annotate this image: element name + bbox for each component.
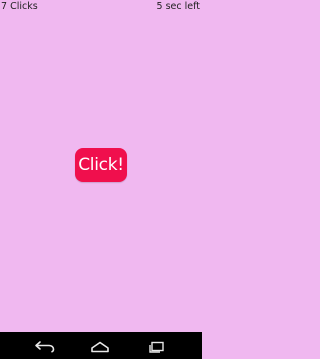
status-row: 7 Clicks 5 sec left	[0, 0, 202, 16]
recent-apps-icon	[149, 341, 164, 353]
recent-apps-button[interactable]	[139, 335, 175, 356]
home-button[interactable]	[82, 335, 118, 356]
click-button[interactable]: Click!	[75, 148, 127, 182]
app-screen: 7 Clicks 5 sec left Click!	[0, 0, 202, 359]
system-navigation-bar	[0, 332, 202, 359]
back-button[interactable]	[27, 335, 63, 356]
back-icon	[35, 340, 55, 352]
clicks-counter: 7 Clicks	[1, 1, 38, 12]
home-icon	[91, 341, 109, 352]
time-remaining: 5 sec left	[156, 1, 201, 12]
